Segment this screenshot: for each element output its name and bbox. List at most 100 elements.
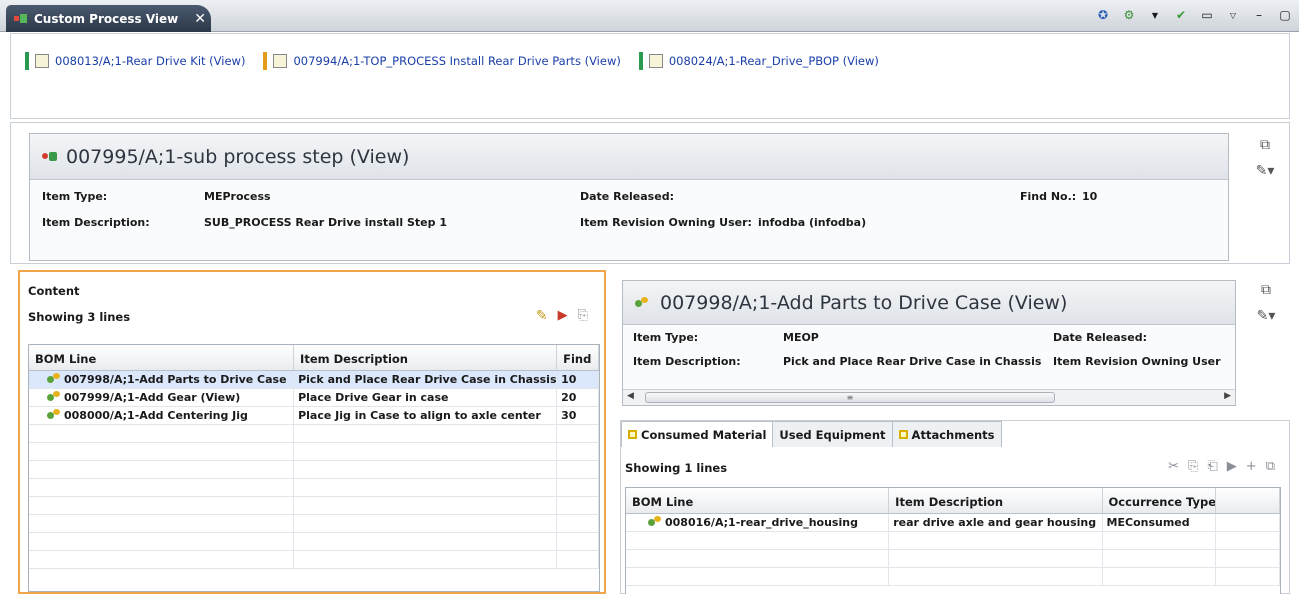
table-header: BOM Line Item Description Occurrence Typ…	[626, 488, 1280, 514]
document-icon	[273, 54, 288, 68]
content-header: Content	[28, 284, 80, 298]
process-view-icon	[14, 13, 28, 25]
consumed-toolbar: ✂ ⎘ ⎗ ▶ + ⧉	[1168, 459, 1275, 474]
operation-side-tools: ⧉ ✎▾	[1254, 282, 1278, 324]
column-header-bom-line[interactable]: BOM Line	[29, 345, 295, 370]
view-menu-icon[interactable]: ▽	[1225, 7, 1241, 23]
horizontal-scrollbar[interactable]: ◀ ≡ ▶	[623, 389, 1235, 405]
cut-icon[interactable]: ✂	[1168, 459, 1179, 474]
page-title: 007995/A;1-sub process step (View)	[66, 145, 410, 168]
operation-icon	[47, 391, 61, 403]
view-title-bar: Custom Process View ✕ ✪ ⚙ ▼ ✔ ▭ ▽ – ▢	[0, 0, 1299, 32]
edit-pencil-icon[interactable]: ✎▾	[1257, 308, 1276, 324]
table-row-empty	[626, 550, 1280, 568]
table-header: BOM Line Item Description Find	[29, 345, 599, 371]
tab-used-equipment[interactable]: Used Equipment	[772, 421, 893, 447]
table-row[interactable]: 008016/A;1-rear_drive_housing rear drive…	[626, 514, 1280, 532]
operation-title: 007998/A;1-Add Parts to Drive Case (View…	[660, 291, 1068, 314]
export-icon[interactable]: ▶	[558, 308, 568, 324]
tab-bar: Consumed Material Used Equipment Attachm…	[621, 421, 1002, 447]
view-tab[interactable]: Custom Process View ✕	[6, 5, 211, 32]
maximize-icon[interactable]: ▢	[1277, 7, 1293, 23]
breadcrumb-link-pbop[interactable]: 008024/A;1-Rear_Drive_PBOP (View)	[638, 52, 879, 70]
table-row-empty	[29, 461, 599, 479]
column-header-bom-line[interactable]: BOM Line	[626, 488, 890, 513]
export-icon[interactable]: ▶	[1227, 459, 1237, 474]
check-icon[interactable]: ✔	[1173, 7, 1189, 23]
item-type-label: Item Type:	[633, 331, 699, 344]
scroll-right-icon[interactable]: ▶	[1224, 391, 1231, 401]
edit-icon[interactable]: ✎	[536, 308, 548, 324]
breadcrumb-label: 007994/A;1-TOP_PROCESS Install Rear Driv…	[293, 54, 621, 68]
content-toolbar: ✎ ▶ ⎘	[536, 308, 588, 324]
table-row-empty	[29, 551, 599, 569]
item-description-value: Pick and Place Rear Drive Case in Chassi…	[783, 355, 1042, 368]
document-icon	[35, 54, 49, 68]
minimize-icon[interactable]: –	[1251, 7, 1267, 23]
owning-user-label: Item Revision Owning User	[1053, 355, 1221, 368]
content-line-count: Showing 3 lines	[28, 310, 131, 324]
properties-icon[interactable]: ⧉	[1260, 137, 1270, 153]
operation-fields: Item Type: MEOP Item Description: Pick a…	[623, 325, 1235, 385]
view-tab-label: Custom Process View	[34, 11, 179, 26]
table-row[interactable]: 007998/A;1-Add Parts to Drive Case Pick …	[29, 371, 599, 389]
operation-icon	[47, 373, 61, 385]
table-row-empty	[29, 497, 599, 515]
filter-icon[interactable]: ⚙	[1121, 7, 1137, 23]
bom-line-table: BOM Line Item Description Find 007998/A;…	[28, 344, 600, 592]
close-icon[interactable]: ✕	[194, 11, 206, 27]
breadcrumb-link-kit[interactable]: 008013/A;1-Rear Drive Kit (View)	[25, 52, 245, 70]
edit-pencil-icon[interactable]: ✎▾	[1256, 163, 1275, 179]
process-step-title-bar: 007995/A;1-sub process step (View)	[30, 134, 1228, 180]
tab-consumed-material[interactable]: Consumed Material	[621, 421, 774, 447]
owning-user-label: Item Revision Owning User:	[580, 216, 752, 229]
table-row[interactable]: 008000/A;1-Add Centering Jig Place Jig i…	[29, 407, 599, 425]
item-description-value: SUB_PROCESS Rear Drive install Step 1	[204, 216, 447, 229]
breadcrumb-label: 008013/A;1-Rear Drive Kit (View)	[55, 54, 246, 68]
table-row[interactable]: 007999/A;1-Add Gear (View) Place Drive G…	[29, 389, 599, 407]
material-tabs-panel: Consumed Material Used Equipment Attachm…	[620, 420, 1290, 594]
table-row-empty	[29, 515, 599, 533]
table-row-empty	[29, 533, 599, 551]
consumed-material-table: BOM Line Item Description Occurrence Typ…	[625, 487, 1281, 594]
view-toolbar: ✪ ⚙ ▼ ✔ ▭ ▽ – ▢	[1095, 7, 1293, 23]
column-header-find[interactable]: Find	[557, 345, 599, 370]
status-bar-icon	[25, 52, 29, 70]
column-header-empty	[1216, 488, 1280, 513]
status-bar-icon	[638, 52, 643, 70]
date-released-label: Date Released:	[1053, 331, 1147, 344]
item-description-label: Item Description:	[633, 355, 741, 368]
paste-icon[interactable]: ⎗	[1207, 459, 1217, 474]
scroll-left-icon[interactable]: ◀	[627, 391, 634, 401]
table-row-empty	[29, 443, 599, 461]
operation-panel: 007998/A;1-Add Parts to Drive Case (View…	[612, 270, 1290, 410]
duplicate-icon[interactable]: ⧉	[1266, 459, 1275, 474]
properties-icon[interactable]: ⧉	[1261, 282, 1271, 298]
column-header-occurrence-type[interactable]: Occurrence Type	[1103, 488, 1217, 513]
chevron-down-icon[interactable]: ▼	[1147, 7, 1163, 23]
copy-icon[interactable]: ⎘	[578, 308, 588, 324]
operation-icon	[635, 296, 649, 309]
process-step-side-tools: ⧉ ✎▾	[1253, 137, 1277, 179]
tab-attachments[interactable]: Attachments	[891, 421, 1002, 447]
consumed-line-count: Showing 1 lines	[625, 461, 728, 475]
attachments-icon	[898, 430, 908, 439]
help-icon[interactable]: ✪	[1095, 7, 1111, 23]
item-description-label: Item Description:	[42, 216, 150, 229]
column-header-item-description[interactable]: Item Description	[889, 488, 1103, 513]
add-icon[interactable]: +	[1246, 459, 1257, 474]
status-bar-icon	[263, 52, 268, 70]
window-icon[interactable]: ▭	[1199, 7, 1215, 23]
date-released-label: Date Released:	[580, 190, 674, 203]
process-step-panel: 007995/A;1-sub process step (View) Item …	[10, 122, 1290, 264]
content-panel: Content Showing 3 lines ✎ ▶ ⎘ BOM Line I…	[18, 270, 606, 594]
item-type-value: MEProcess	[204, 190, 271, 203]
copy-icon[interactable]: ⎘	[1188, 459, 1198, 474]
column-header-item-description[interactable]: Item Description	[294, 345, 558, 370]
operation-icon	[47, 409, 61, 421]
table-row-empty	[626, 532, 1280, 550]
process-step-fields: Item Type: MEProcess Item Description: S…	[30, 180, 1228, 260]
scrollbar-thumb[interactable]: ≡	[645, 392, 1055, 403]
item-type-label: Item Type:	[42, 190, 108, 203]
breadcrumb-link-top-process[interactable]: 007994/A;1-TOP_PROCESS Install Rear Driv…	[263, 52, 621, 70]
